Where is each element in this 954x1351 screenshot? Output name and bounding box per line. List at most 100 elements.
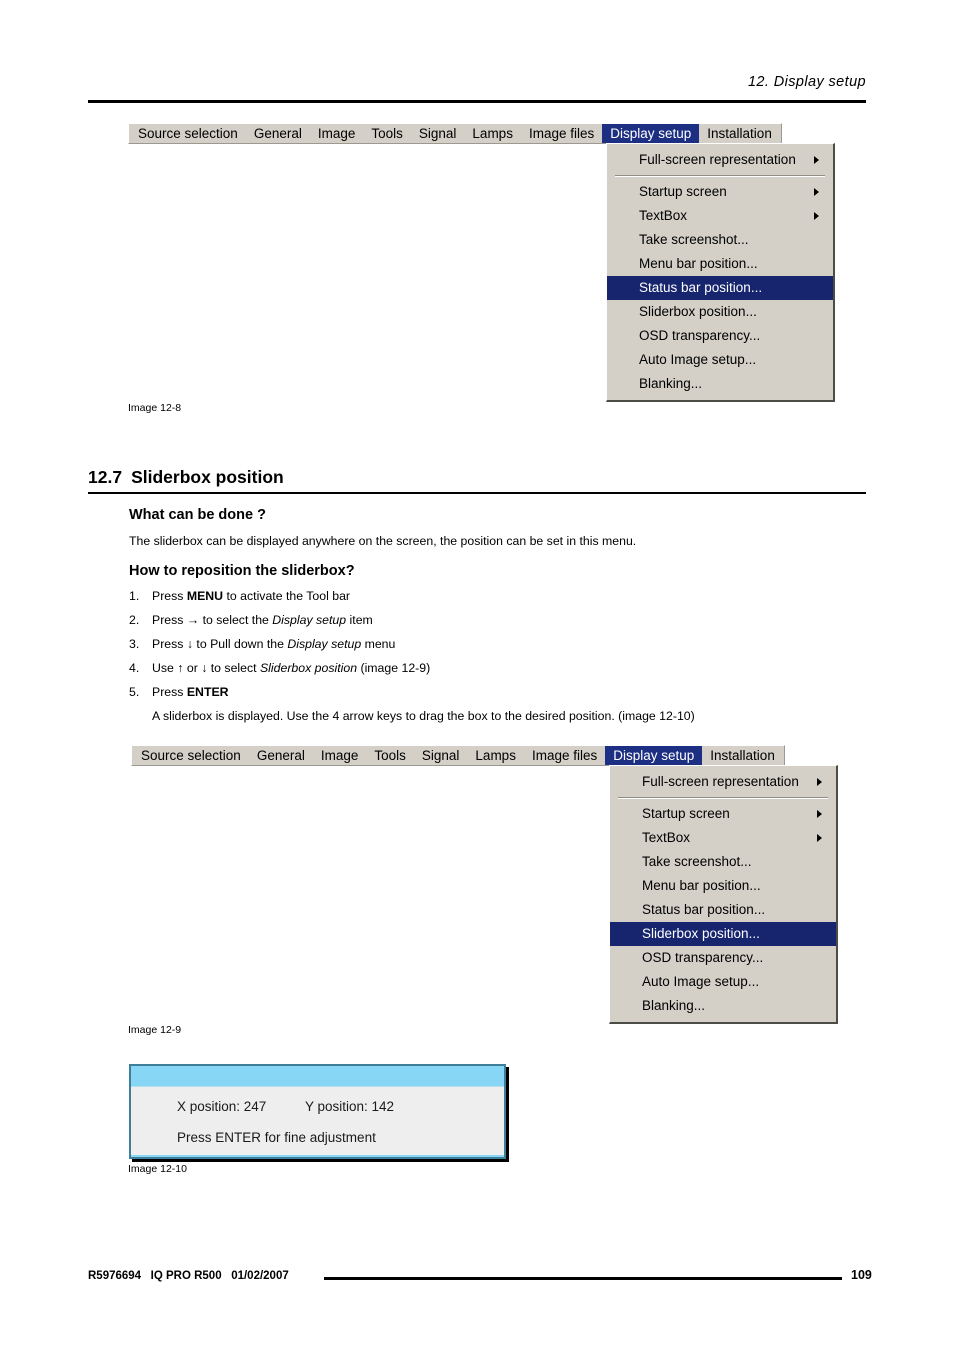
submenu-arrow-icon bbox=[817, 810, 822, 818]
menu-item-label: Menu bar position... bbox=[639, 256, 758, 272]
menu-item-menu-bar-position[interactable]: Menu bar position... bbox=[607, 252, 833, 276]
step-text: Use ↑ or ↓ to select Sliderbox position … bbox=[152, 661, 431, 675]
paragraph-what-can-be-done: The sliderbox can be displayed anywhere … bbox=[129, 534, 637, 548]
figure-caption-12-9: Image 12-9 bbox=[128, 1024, 182, 1036]
sliderbox-dialog[interactable]: X position: 247 Y position: 142 Press EN… bbox=[129, 1064, 506, 1159]
menu-item-label: Startup screen bbox=[642, 806, 730, 822]
footer-rule bbox=[324, 1277, 842, 1280]
menu-item-label: TextBox bbox=[639, 208, 688, 224]
footer-page-number: 109 bbox=[851, 1268, 872, 1282]
menu-item-label: Full-screen representation bbox=[642, 774, 799, 790]
menu-bar-item-signal[interactable]: Signal bbox=[411, 124, 465, 143]
menu-item-label: Auto Image setup... bbox=[639, 352, 757, 368]
menu-bar-item-source-selection[interactable]: Source selection bbox=[133, 746, 249, 765]
menu-bar-item-general[interactable]: General bbox=[246, 124, 310, 143]
menu-bar-item-display-setup[interactable]: Display setup bbox=[602, 124, 700, 143]
menu-item-label: TextBox bbox=[642, 830, 691, 846]
menu-item-menu-bar-position[interactable]: Menu bar position... bbox=[610, 874, 836, 898]
section-heading: 12.7 Sliderbox position bbox=[88, 467, 284, 488]
submenu-arrow-icon bbox=[814, 156, 819, 164]
menu-item-take-screenshot[interactable]: Take screenshot... bbox=[607, 228, 833, 252]
menu-item-sliderbox-position[interactable]: Sliderbox position... bbox=[610, 922, 836, 946]
menu-item-label: Sliderbox position... bbox=[639, 304, 757, 320]
menu-item-label: Status bar position... bbox=[642, 902, 766, 918]
menu-bar-item-lamps[interactable]: Lamps bbox=[464, 124, 521, 143]
submenu-arrow-icon bbox=[817, 778, 822, 786]
sliderbox-y-position: Y position: 142 bbox=[305, 1099, 395, 1114]
menu-item-label: Sliderbox position... bbox=[642, 926, 760, 942]
menu-bar-item-source-selection[interactable]: Source selection bbox=[130, 124, 246, 143]
menu-item-textbox[interactable]: TextBox bbox=[607, 204, 833, 228]
submenu-arrow-icon bbox=[814, 188, 819, 196]
menu-item-sliderbox-position[interactable]: Sliderbox position... bbox=[607, 300, 833, 324]
menu-item-status-bar-position[interactable]: Status bar position... bbox=[607, 276, 833, 300]
step-text: Press ENTER bbox=[152, 685, 229, 699]
figure-caption-12-8: Image 12-8 bbox=[128, 402, 182, 414]
sliderbox-x-position: X position: 247 bbox=[177, 1099, 267, 1114]
menu-item-label: Startup screen bbox=[639, 184, 727, 200]
menu-bar[interactable]: Source selection General Image Tools Signal L… bbox=[128, 123, 782, 144]
menu-bar-item-image[interactable]: Image bbox=[310, 124, 364, 143]
how-to-step: 1. Press MENU to activate the Tool bar bbox=[129, 589, 695, 613]
menu-item-auto-image-setup[interactable]: Auto Image setup... bbox=[610, 970, 836, 994]
display-setup-dropdown[interactable]: Full-screen representation Startup screen… bbox=[606, 143, 835, 402]
menu-separator bbox=[610, 794, 836, 802]
menu-item-osd-transparency[interactable]: OSD transparency... bbox=[610, 946, 836, 970]
menu-bar-item-image-files[interactable]: Image files bbox=[521, 124, 602, 143]
how-to-step: 3. Press ↓ to Pull down the Display setup… bbox=[129, 637, 695, 661]
menu-bar-item-tools[interactable]: Tools bbox=[363, 124, 411, 143]
menu-item-status-bar-position[interactable]: Status bar position... bbox=[610, 898, 836, 922]
menu-item-blanking[interactable]: Blanking... bbox=[610, 994, 836, 1018]
menu-bar[interactable]: Source selection General Image Tools Signal L… bbox=[131, 745, 785, 766]
menu-bar-item-image-files[interactable]: Image files bbox=[524, 746, 605, 765]
menu-item-full-screen-representation[interactable]: Full-screen representation bbox=[607, 148, 833, 172]
step-text: Press MENU to activate the Tool bar bbox=[152, 589, 350, 603]
submenu-arrow-icon bbox=[817, 834, 822, 842]
menu-item-textbox[interactable]: TextBox bbox=[610, 826, 836, 850]
sliderbox-position-row: X position: 247 Y position: 142 bbox=[177, 1099, 504, 1130]
menu-bar-item-tools[interactable]: Tools bbox=[366, 746, 414, 765]
menu-bar-item-installation[interactable]: Installation bbox=[699, 124, 780, 143]
section-rule bbox=[88, 492, 866, 494]
menu-item-label: Full-screen representation bbox=[639, 152, 796, 168]
menu-item-startup-screen[interactable]: Startup screen bbox=[607, 180, 833, 204]
how-to-step-note: A sliderbox is displayed. Use the 4 arro… bbox=[152, 709, 695, 723]
menu-item-osd-transparency[interactable]: OSD transparency... bbox=[607, 324, 833, 348]
menu-item-take-screenshot[interactable]: Take screenshot... bbox=[610, 850, 836, 874]
menu-item-label: Blanking... bbox=[639, 376, 703, 392]
menu-item-label: Take screenshot... bbox=[642, 854, 752, 870]
menu-item-full-screen-representation[interactable]: Full-screen representation bbox=[610, 770, 836, 794]
step-number: 2. bbox=[129, 613, 140, 627]
how-to-steps-list: 1. Press MENU to activate the Tool bar 2. P… bbox=[129, 589, 695, 733]
sliderbox-hint-row: Press ENTER for fine adjustment bbox=[177, 1130, 504, 1161]
menu-item-label: Auto Image setup... bbox=[642, 974, 760, 990]
header-rule bbox=[88, 100, 866, 103]
menu-bar-item-image[interactable]: Image bbox=[313, 746, 367, 765]
step-number: 5. bbox=[129, 685, 140, 699]
menu-item-label: Take screenshot... bbox=[639, 232, 749, 248]
menu-item-startup-screen[interactable]: Startup screen bbox=[610, 802, 836, 826]
menu-item-label: Menu bar position... bbox=[642, 878, 761, 894]
menu-bar-item-display-setup[interactable]: Display setup bbox=[605, 746, 703, 765]
sliderbox-body: X position: 247 Y position: 142 Press EN… bbox=[131, 1086, 504, 1155]
section-number: 12.7 bbox=[88, 467, 123, 487]
menu-separator bbox=[607, 172, 833, 180]
subheading-what-can-be-done: What can be done ? bbox=[129, 507, 266, 523]
menu-item-label: Status bar position... bbox=[639, 280, 763, 296]
menu-item-blanking[interactable]: Blanking... bbox=[607, 372, 833, 396]
menu-item-auto-image-setup[interactable]: Auto Image setup... bbox=[607, 348, 833, 372]
subheading-how-to-reposition: How to reposition the sliderbox? bbox=[129, 563, 355, 579]
section-title: Sliderbox position bbox=[131, 467, 284, 487]
menu-bar-item-general[interactable]: General bbox=[249, 746, 313, 765]
menu-item-label: Blanking... bbox=[642, 998, 706, 1014]
sliderbox-titlebar bbox=[131, 1066, 504, 1086]
display-setup-dropdown[interactable]: Full-screen representation Startup screen… bbox=[609, 765, 838, 1024]
how-to-step: 5. Press ENTER bbox=[129, 685, 695, 709]
menu-bar-item-installation[interactable]: Installation bbox=[702, 746, 783, 765]
step-text: Press ↓ to Pull down the Display setup m… bbox=[152, 637, 396, 651]
submenu-arrow-icon bbox=[814, 212, 819, 220]
menu-bar-item-signal[interactable]: Signal bbox=[414, 746, 468, 765]
footer-document-id: R5976694 IQ PRO R500 01/02/2007 bbox=[88, 1270, 289, 1282]
menu-bar-item-lamps[interactable]: Lamps bbox=[467, 746, 524, 765]
step-text: Press → to select the Display setup item bbox=[152, 613, 373, 627]
